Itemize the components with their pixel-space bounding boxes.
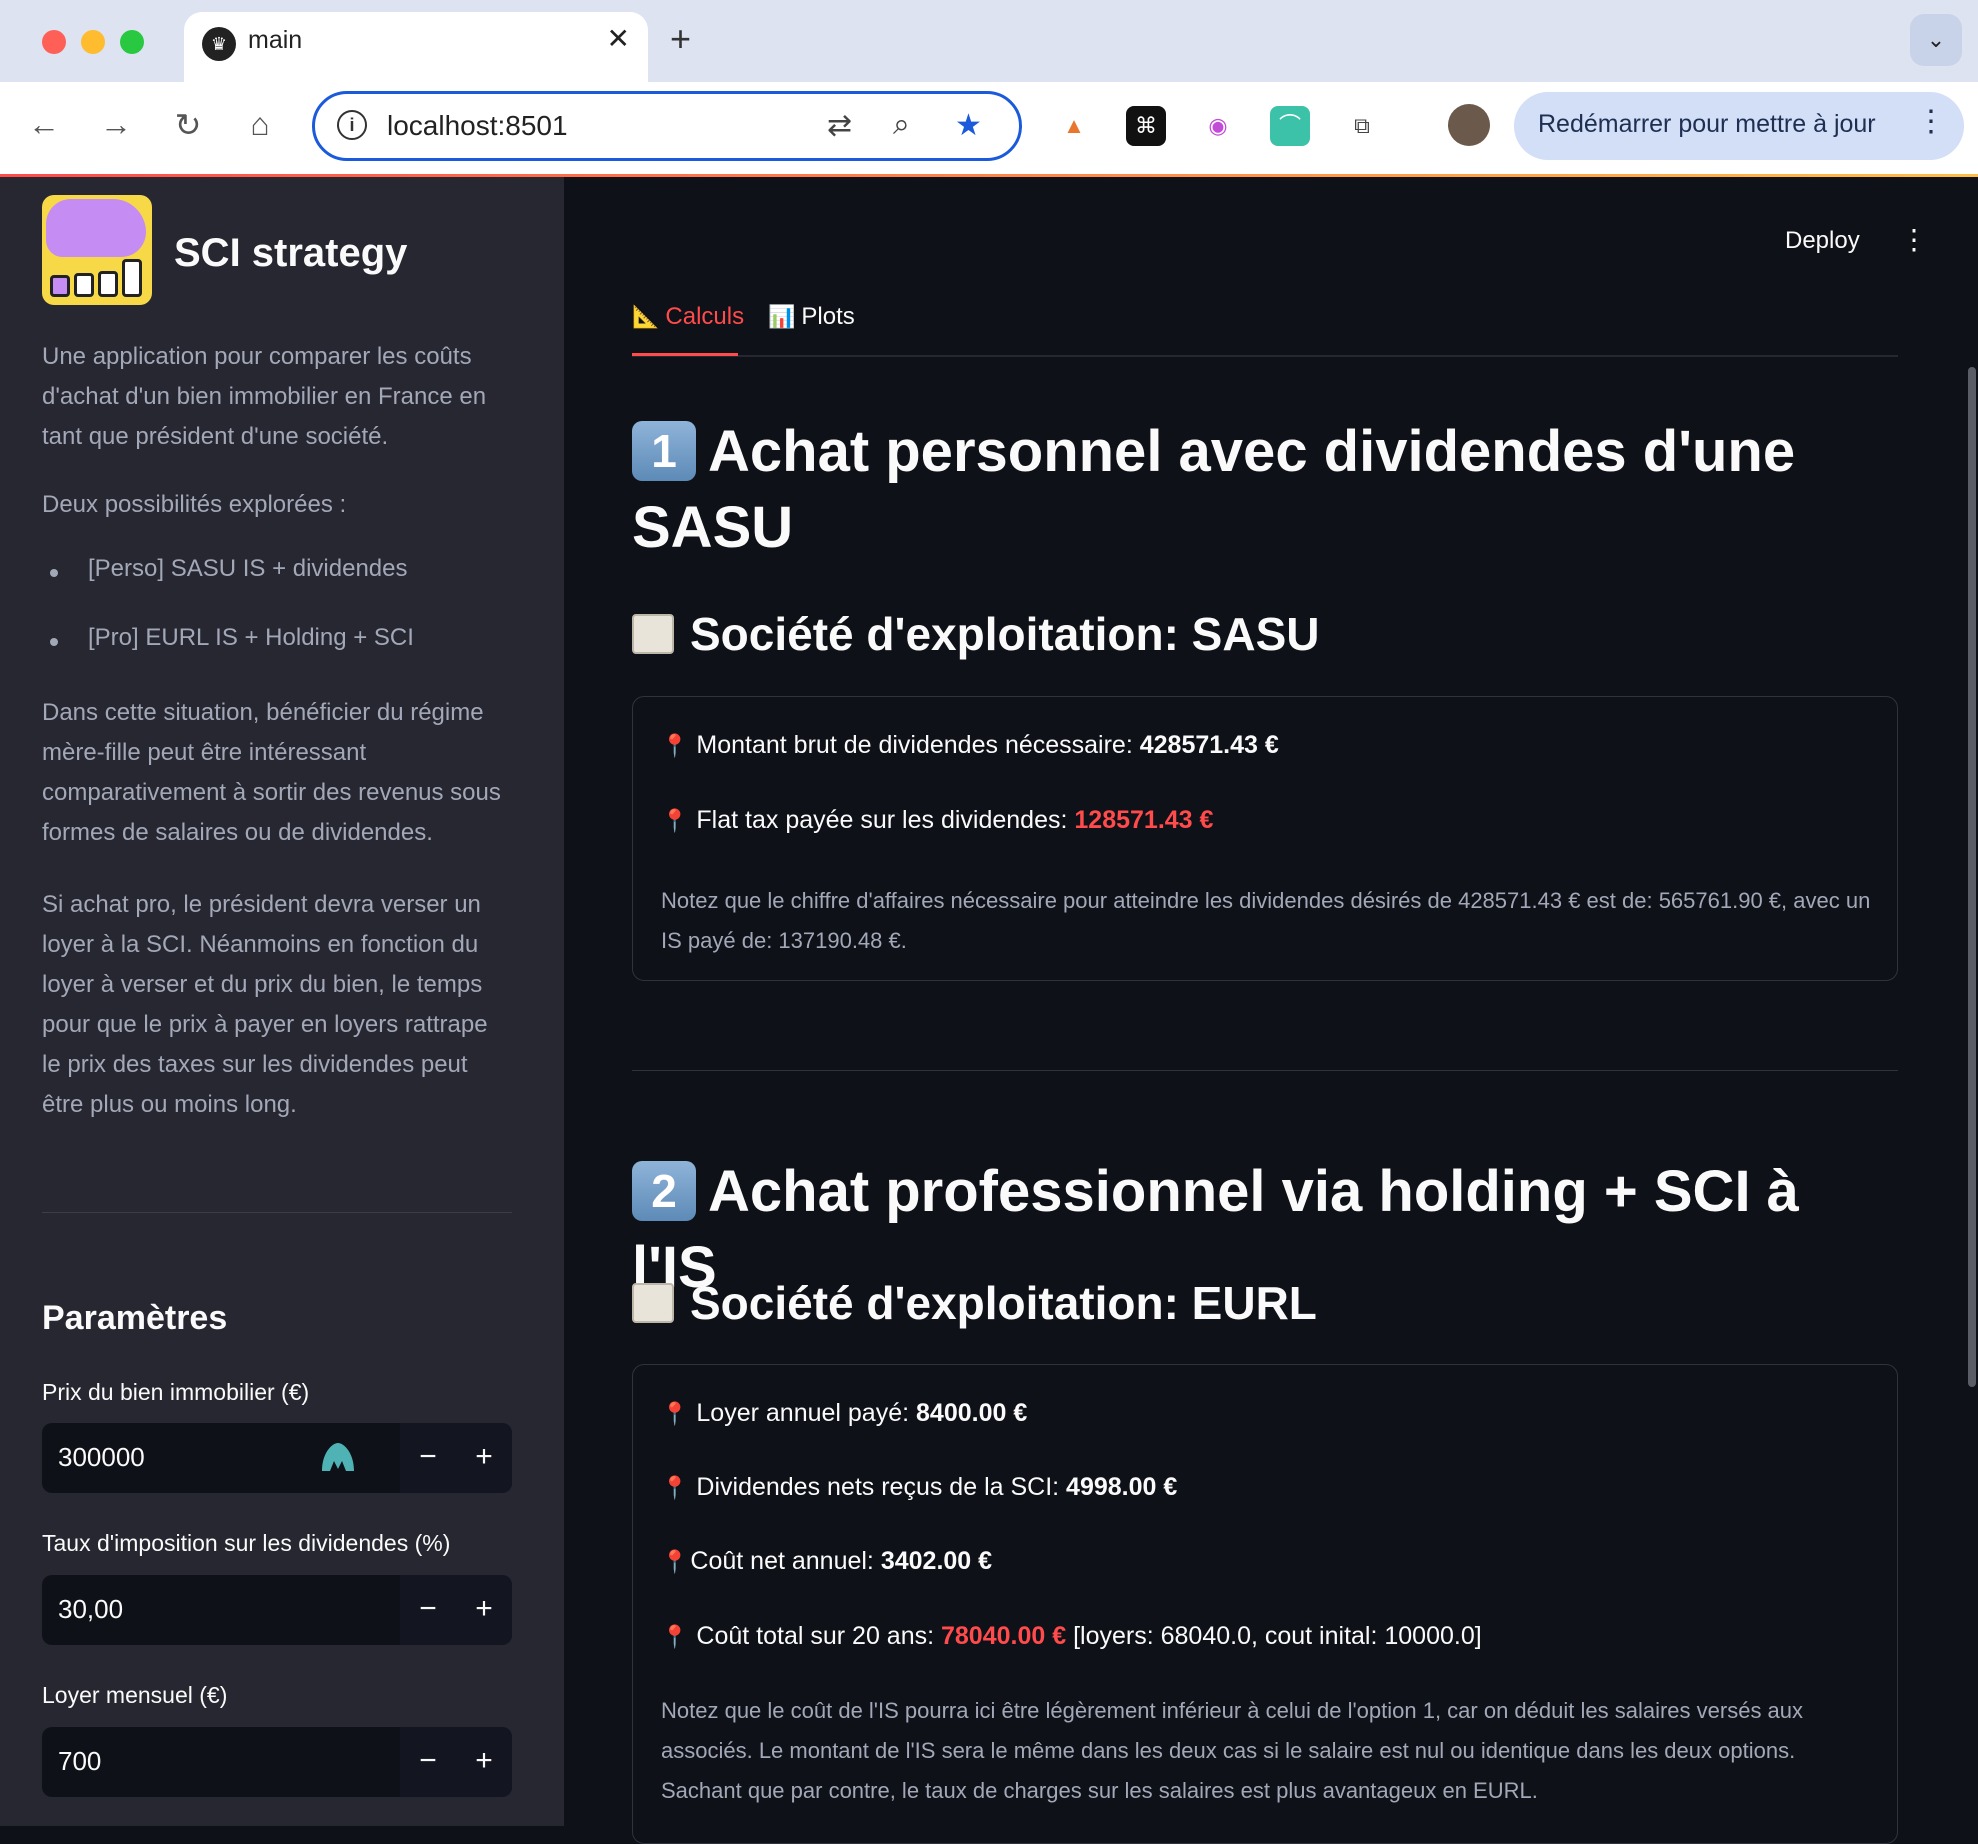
- tab-title: main: [248, 26, 303, 54]
- pin-icon: 📍: [661, 1475, 689, 1500]
- app-title: SCI strategy: [174, 231, 408, 275]
- bookmark-star-icon[interactable]: ★: [955, 108, 982, 143]
- browser-menu-icon[interactable]: ⋮: [1916, 104, 1946, 139]
- back-arrow-icon[interactable]: ←: [24, 106, 64, 143]
- address-bar[interactable]: i localhost:8501 ⇄ ⌕ ★: [312, 91, 1022, 161]
- profile-avatar[interactable]: [1448, 104, 1490, 146]
- rent-decrement-button[interactable]: −: [400, 1727, 456, 1797]
- url-text[interactable]: localhost:8501: [387, 110, 568, 142]
- deploy-button[interactable]: Deploy: [1785, 227, 1860, 255]
- triangle-ruler-icon: 📐: [632, 304, 660, 329]
- site-info-icon[interactable]: i: [337, 110, 367, 140]
- translate-icon[interactable]: ⇄: [827, 108, 852, 143]
- extension-command-icon[interactable]: ⌘: [1126, 106, 1166, 146]
- tax-rate-value[interactable]: 30,00: [58, 1594, 123, 1625]
- sci-dividends-line: 📍 Dividendes nets reçus de la SCI: 4998.0…: [661, 1473, 1178, 1501]
- sidebar-paragraph-regime: Dans cette situation, bénéficier du régi…: [42, 699, 501, 846]
- minimize-window-button[interactable]: [81, 30, 105, 54]
- streamlit-favicon-icon: ♛: [202, 27, 236, 61]
- rent-value[interactable]: 700: [58, 1746, 101, 1777]
- tab-calculs[interactable]: 📐 Calculs: [632, 303, 744, 331]
- app-logo-icon: [42, 195, 152, 305]
- section2-note: Notez que le coût de l'IS pourra ici êtr…: [661, 1698, 1804, 1803]
- tax-rate-label: Taux d'imposition sur les dividendes (%): [42, 1530, 451, 1556]
- browser-tab-main[interactable]: ♛ main ✕: [184, 12, 648, 82]
- section2-card: 📍 Loyer annuel payé: 8400.00 € 📍 Dividende…: [632, 1364, 1898, 1844]
- scroll-icon: [632, 1283, 674, 1323]
- section1-card: 📍 Montant brut de dividendes nécessaire: …: [632, 696, 1898, 981]
- sidebar-paragraph-loyer: Si achat pro, le président devra verser …: [42, 891, 488, 1118]
- main-content: Deploy ⋮ 📐 Calculs 📊 Plots 1 Achat personne…: [564, 177, 1978, 1844]
- update-restart-button[interactable]: Redémarrer pour mettre à jour ⋮: [1514, 92, 1964, 160]
- section2-subheading: Société d'exploitation: EURL: [632, 1276, 1317, 1330]
- pin-icon: 📍: [661, 1401, 689, 1426]
- browser-toolbar: ← → ↻ ⌂ i localhost:8501 ⇄ ⌕ ★ ▲ ⌘ ◉ ⌒ ⧉…: [0, 82, 1978, 176]
- net-annual-cost-line: 📍Coût net annuel: 3402.00 €: [661, 1547, 993, 1575]
- price-decrement-button[interactable]: −: [400, 1423, 456, 1493]
- browser-chrome: ♛ main ✕ + ⌄ ← → ↻ ⌂ i localhost:8501 ⇄ …: [0, 0, 1978, 177]
- new-tab-icon[interactable]: +: [670, 18, 691, 60]
- price-number-input[interactable]: 300000 − +: [42, 1423, 512, 1493]
- price-increment-button[interactable]: +: [456, 1423, 512, 1493]
- bar-chart-icon: 📊: [768, 304, 796, 329]
- price-value[interactable]: 300000: [58, 1442, 145, 1473]
- extension-color-icon[interactable]: ◉: [1198, 106, 1238, 146]
- scroll-icon: [632, 614, 674, 654]
- rent-label: Loyer mensuel (€): [42, 1682, 228, 1708]
- tabs-baseline: [632, 355, 1898, 357]
- tab-search-chevron-icon[interactable]: ⌄: [1910, 14, 1962, 66]
- flat-tax-line: 📍 Flat tax payée sur les dividendes: 1285…: [661, 806, 1214, 834]
- active-tab-indicator: [632, 353, 738, 356]
- params-title: Paramètres: [42, 1299, 228, 1337]
- section1-note: Notez que le chiffre d'affaires nécessai…: [661, 888, 1871, 953]
- total-cost-line: 📍 Coût total sur 20 ans: 78040.00 € [loye…: [661, 1622, 1482, 1650]
- main-scrollbar[interactable]: [1968, 367, 1976, 1387]
- reload-icon[interactable]: ↻: [168, 106, 208, 144]
- keycap-one-icon: 1: [632, 421, 696, 481]
- sidebar: SCI strategy Une application pour compar…: [0, 177, 564, 1826]
- sidebar-divider: [42, 1212, 512, 1213]
- forward-arrow-icon[interactable]: →: [96, 106, 136, 143]
- section1-heading: 1 Achat personnel avec dividendes d'une S…: [632, 419, 1796, 560]
- close-tab-icon[interactable]: ✕: [607, 22, 630, 55]
- annual-rent-line: 📍 Loyer annuel payé: 8400.00 €: [661, 1399, 1028, 1427]
- pin-icon: 📍: [661, 1624, 689, 1649]
- rent-number-input[interactable]: 700 − +: [42, 1727, 512, 1797]
- pin-icon: 📍: [661, 808, 689, 833]
- tax-rate-increment-button[interactable]: +: [456, 1575, 512, 1645]
- update-button-label: Redémarrer pour mettre à jour: [1538, 110, 1876, 138]
- tab-plots[interactable]: 📊 Plots: [768, 303, 855, 331]
- tax-rate-decrement-button[interactable]: −: [400, 1575, 456, 1645]
- dividends-line: 📍 Montant brut de dividendes nécessaire: …: [661, 731, 1279, 759]
- tax-rate-number-input[interactable]: 30,00 − +: [42, 1575, 512, 1645]
- close-window-button[interactable]: [42, 30, 66, 54]
- lastpass-teal-icon[interactable]: [320, 1441, 356, 1473]
- extension-teal-icon[interactable]: ⌒: [1270, 106, 1310, 146]
- rent-increment-button[interactable]: +: [456, 1727, 512, 1797]
- keycap-two-icon: 2: [632, 1161, 696, 1221]
- home-icon[interactable]: ⌂: [240, 106, 280, 143]
- main-menu-icon[interactable]: ⋮: [1900, 223, 1928, 256]
- section-divider: [632, 1070, 1898, 1071]
- pin-icon: 📍: [661, 733, 689, 758]
- zoom-icon[interactable]: ⌕: [893, 108, 910, 142]
- price-label: Prix du bien immobilier (€): [42, 1379, 310, 1405]
- sidebar-intro-text: Une application pour comparer les coûts …: [42, 343, 487, 450]
- section1-subheading: Société d'exploitation: SASU: [632, 607, 1319, 661]
- pin-icon: 📍: [661, 1549, 689, 1574]
- maximize-window-button[interactable]: [120, 30, 144, 54]
- possibilities-label: Deux possibilités explorées :: [42, 491, 347, 518]
- extension-lighthouse-icon[interactable]: ▲: [1054, 106, 1094, 146]
- extensions-puzzle-icon[interactable]: ⧉: [1342, 106, 1382, 146]
